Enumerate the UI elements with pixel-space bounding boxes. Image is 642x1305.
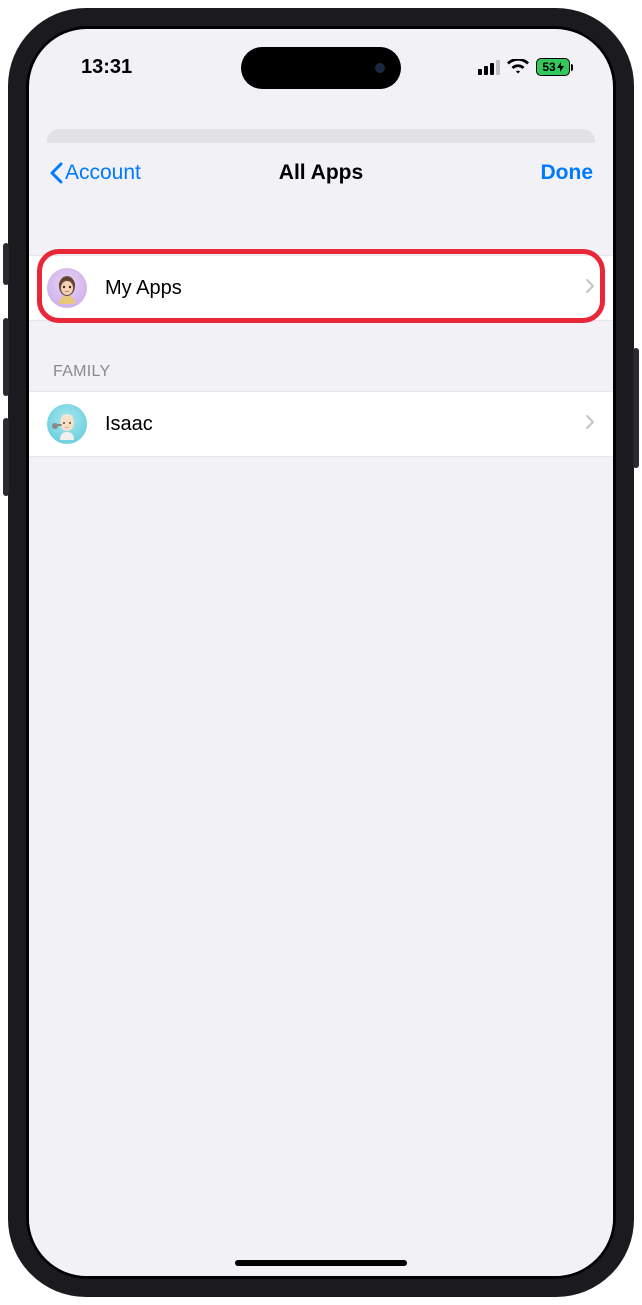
status-time: 13:31 <box>81 56 132 79</box>
phone-button-volume-up <box>3 318 9 396</box>
family-section-header: FAMILY <box>29 363 613 391</box>
nav-bar: Account All Apps Done <box>29 143 613 203</box>
phone-button-volume-down <box>3 418 9 496</box>
battery-icon: 53 <box>536 58 573 76</box>
cellular-icon <box>478 60 500 75</box>
phone-button-silence <box>3 243 9 285</box>
page-title: All Apps <box>169 161 473 185</box>
back-button[interactable]: Account <box>49 161 169 185</box>
family-member-label: Isaac <box>105 413 585 436</box>
chevron-right-icon <box>585 278 595 299</box>
wifi-icon <box>507 59 529 75</box>
back-label: Account <box>65 161 141 185</box>
done-button[interactable]: Done <box>473 161 593 185</box>
phone-frame: 13:31 53 <box>8 8 634 1297</box>
home-indicator[interactable] <box>235 1260 407 1266</box>
screen: 13:31 53 <box>29 29 613 1276</box>
my-apps-row[interactable]: My Apps <box>29 255 613 321</box>
family-member-row[interactable]: Isaac <box>29 391 613 457</box>
modal-sheet: Account All Apps Done <box>29 143 613 1276</box>
chevron-left-icon <box>49 162 63 184</box>
avatar-user <box>47 268 87 308</box>
dynamic-island <box>241 47 401 89</box>
avatar-family-member <box>47 404 87 444</box>
my-apps-label: My Apps <box>105 277 585 300</box>
chevron-right-icon <box>585 414 595 435</box>
phone-button-power <box>633 348 639 468</box>
